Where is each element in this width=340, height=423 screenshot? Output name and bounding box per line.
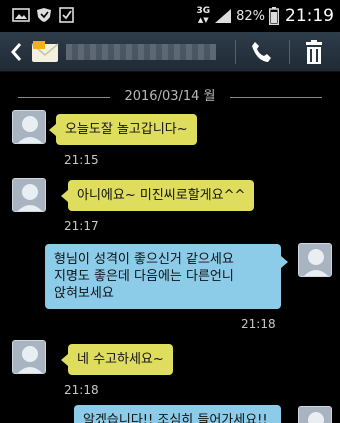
message-text: 네 수고하세요~ xyxy=(77,352,164,367)
message-bubble-outgoing[interactable]: 알겠습니다!! 조심히 들어가세요!! xyxy=(74,405,281,423)
signal-icon xyxy=(215,9,232,23)
trash-icon[interactable] xyxy=(303,39,325,65)
message-text: 오늘도잘 놀고갑니다~ xyxy=(65,122,188,137)
message-text-line: 형님이 성격이 좋으신거 같으세요 xyxy=(54,252,234,267)
message-text: 알겠습니다!! 조심히 들어가세요!! xyxy=(83,413,268,423)
separator-line xyxy=(230,97,322,98)
contact-avatar[interactable] xyxy=(12,178,46,212)
message-text-line: 지명도 좋은데 다음에는 다른언니 xyxy=(54,269,234,284)
gallery-icon xyxy=(12,8,30,22)
network-type: 3G ▲▼ xyxy=(196,6,211,25)
person-icon xyxy=(13,179,45,211)
header-divider xyxy=(235,40,236,64)
status-bar: 3G ▲▼ 82% 21:19 xyxy=(0,0,340,32)
phone-icon[interactable] xyxy=(249,40,273,64)
message-text-line: 앉혀보세요 xyxy=(54,286,114,301)
my-avatar[interactable] xyxy=(298,406,332,423)
battery-icon xyxy=(269,7,279,25)
status-time: 21:19 xyxy=(285,6,334,26)
message-time: 21:18 xyxy=(64,383,99,397)
person-icon xyxy=(13,111,45,143)
conversation-header xyxy=(0,32,340,72)
my-avatar[interactable] xyxy=(298,243,332,277)
message-bubble-incoming[interactable]: 네 수고하세요~ xyxy=(61,344,173,375)
back-arrow-icon[interactable] xyxy=(6,39,28,65)
header-divider xyxy=(289,40,290,64)
date-separator: 2016/03/14 월 xyxy=(18,88,322,106)
contact-name-redacted[interactable] xyxy=(66,44,216,60)
message-time: 21:17 xyxy=(64,219,99,233)
message-bubble-outgoing[interactable]: 형님이 성격이 좋으신거 같으세요 지명도 좋은데 다음에는 다른언니 앉혀보세… xyxy=(45,244,288,309)
message-time: 21:15 xyxy=(64,153,99,167)
message-text: 아니에요~ 미진씨로할게요^^ xyxy=(77,188,246,203)
message-time: 21:18 xyxy=(241,317,276,331)
person-icon xyxy=(299,407,331,423)
shield-icon xyxy=(37,8,51,22)
message-bubble-incoming[interactable]: 오늘도잘 놀고갑니다~ xyxy=(49,114,197,145)
person-icon xyxy=(299,244,331,276)
person-icon xyxy=(13,341,45,373)
message-app-icon xyxy=(31,41,59,62)
download-complete-icon xyxy=(59,7,74,23)
battery-percent: 82% xyxy=(236,8,265,24)
contact-avatar[interactable] xyxy=(12,340,46,374)
message-bubble-incoming[interactable]: 아니에요~ 미진씨로할게요^^ xyxy=(60,180,255,211)
contact-avatar[interactable] xyxy=(12,110,46,144)
